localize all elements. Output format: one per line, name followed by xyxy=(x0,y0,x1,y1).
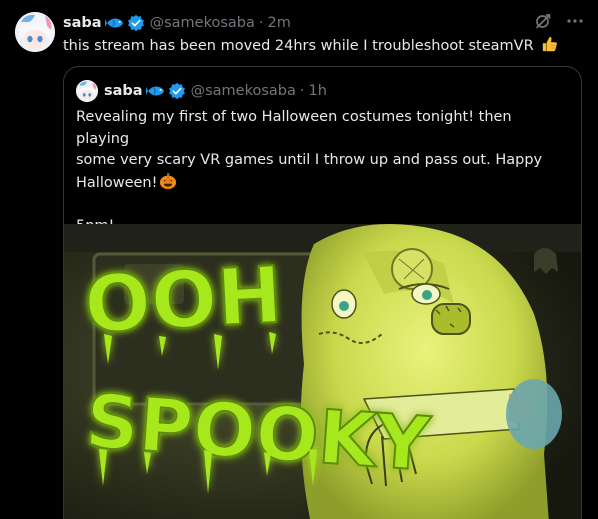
separator: · xyxy=(258,15,264,31)
header-actions xyxy=(534,12,584,30)
tweet-text-body: this stream has been moved 24hrs while I… xyxy=(63,38,534,54)
media-title-ooh: OOH xyxy=(82,251,284,351)
quote-separator: · xyxy=(299,83,305,99)
quote-header: saba @samekosaba · 1h xyxy=(76,80,327,102)
avatar[interactable] xyxy=(15,12,55,52)
fish-icon xyxy=(104,18,123,28)
grok-icon[interactable] xyxy=(534,12,552,30)
quote-text-line: some very scary VR games until I throw u… xyxy=(76,152,543,168)
quote-text: Revealing my first of two Halloween cost… xyxy=(76,107,566,237)
quoted-tweet[interactable]: saba @samekosaba · 1h Revealing my first… xyxy=(63,66,582,519)
handle[interactable]: @samekosaba xyxy=(150,15,255,31)
verified-badge-icon xyxy=(127,14,144,32)
quote-avatar xyxy=(76,80,98,102)
quote-text-line-body: Halloween! xyxy=(76,174,158,191)
tweet-text: this stream has been moved 24hrs while I… xyxy=(63,35,559,56)
display-name[interactable]: saba xyxy=(63,15,102,31)
tweet[interactable]: saba @samekosaba · 2m this stream has be… xyxy=(0,0,598,519)
timestamp[interactable]: 2m xyxy=(267,15,290,31)
quote-text-line: Halloween! xyxy=(76,172,566,195)
quote-handle: @samekosaba xyxy=(190,83,296,99)
quote-timestamp: 1h xyxy=(308,83,327,99)
verified-badge-icon xyxy=(168,82,185,100)
quote-media-image[interactable]: OOH SPOOKY xyxy=(64,224,581,519)
fish-icon xyxy=(145,86,164,96)
avatar-image xyxy=(15,12,55,52)
quote-display-name: saba xyxy=(104,83,143,99)
quote-text-line: Revealing my first of two Halloween cost… xyxy=(76,109,512,147)
thumbs-up-emoji xyxy=(543,37,558,52)
ooh-spooky-artwork: OOH SPOOKY xyxy=(64,224,581,519)
quote-avatar-image xyxy=(76,80,98,102)
tweet-header: saba @samekosaba · 2m xyxy=(63,12,291,34)
jack-o-lantern-emoji xyxy=(160,172,177,189)
more-icon[interactable] xyxy=(566,12,584,30)
